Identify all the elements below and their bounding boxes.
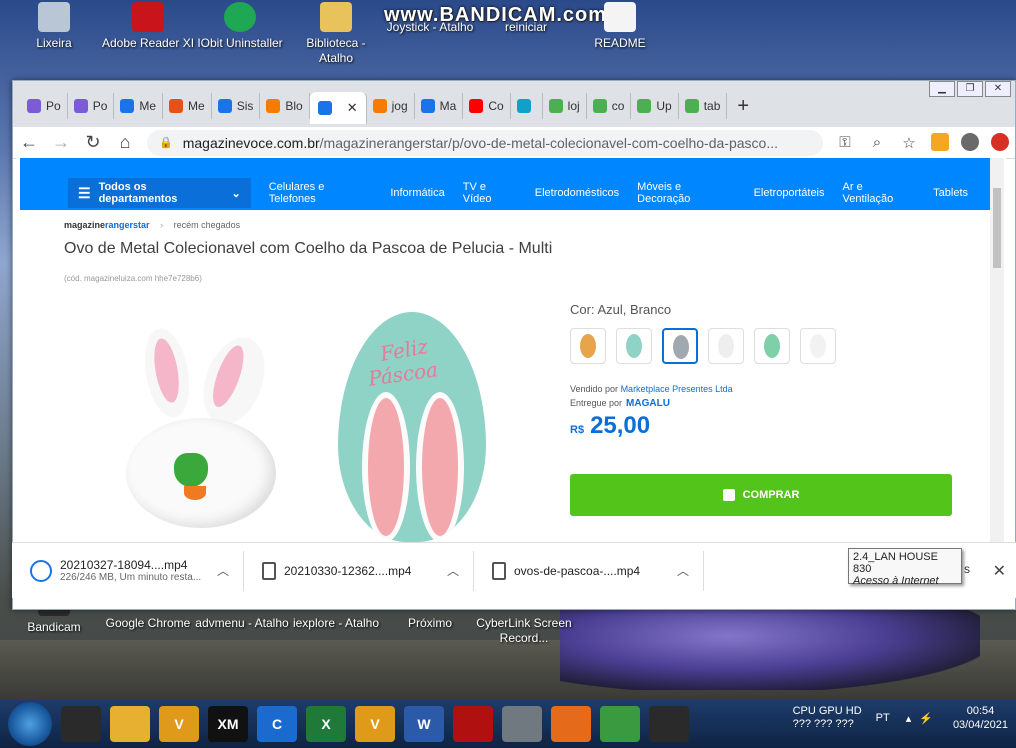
app-cyberlink-icon[interactable]: C bbox=[257, 706, 297, 742]
category-link[interactable]: Celulares e Telefones bbox=[269, 181, 373, 205]
taskbar: V XM C X V W CPU GPU HD ??? ??? ??? PT ▴ ⚡ 00… bbox=[0, 700, 1016, 748]
easter-egg: Feliz Páscoa bbox=[338, 312, 486, 542]
color-swatch[interactable] bbox=[708, 328, 744, 364]
chevron-up-icon[interactable]: ︿ bbox=[447, 562, 459, 579]
language-indicator[interactable]: PT bbox=[876, 712, 890, 724]
desktop-icon-readme[interactable]: README bbox=[572, 2, 668, 51]
carrot-tip bbox=[184, 486, 206, 500]
desktop-icon-adobe-reader[interactable]: Adobe Reader XI bbox=[100, 2, 196, 51]
price: R$ 25,00 bbox=[570, 412, 650, 440]
color-swatch[interactable] bbox=[754, 328, 790, 364]
seller-link[interactable]: Marketplace Presentes Ltda bbox=[621, 384, 733, 394]
color-swatches bbox=[570, 328, 846, 364]
product-code: (cód. magazineluiza.com hhe7e728b6) bbox=[64, 274, 202, 283]
app-screenshot-icon[interactable] bbox=[502, 706, 542, 742]
download-progress-icon bbox=[30, 559, 52, 582]
price-value: 25,00 bbox=[590, 412, 651, 439]
bunny-ear-left bbox=[138, 325, 196, 421]
app-firefox-icon[interactable] bbox=[551, 706, 591, 742]
product-image: Feliz Páscoa bbox=[106, 308, 526, 542]
app-excel-icon[interactable]: X bbox=[306, 706, 346, 742]
magalu-logo: MAGALU bbox=[626, 398, 670, 409]
app-xm-icon[interactable]: XM bbox=[208, 706, 248, 742]
site-header: ☰ Todos os departamentos ⌄ Celulares e T… bbox=[20, 158, 1004, 210]
scrollbar-thumb[interactable] bbox=[993, 188, 1001, 268]
carrot-leaves bbox=[174, 453, 208, 487]
page-viewport: ☰ Todos os departamentos ⌄ Celulares e T… bbox=[16, 80, 1006, 620]
network-tooltip: 2.4_LAN HOUSE 830 Acesso à Internet bbox=[848, 548, 962, 587]
sold-by: Vendido por Marketplace Presentes Ltda bbox=[570, 384, 733, 394]
app-word-icon[interactable]: W bbox=[404, 706, 444, 742]
category-bar: ☰ Todos os departamentos ⌄ Celulares e T… bbox=[68, 178, 968, 208]
color-label: Cor: Azul, Branco bbox=[570, 302, 672, 317]
category-link[interactable]: Ar e Ventilação bbox=[843, 181, 916, 205]
download-item[interactable]: 20210330-12362....mp4 ︿ bbox=[244, 550, 474, 591]
file-icon bbox=[492, 561, 506, 580]
desktop-icon-biblioteca[interactable]: Biblioteca - Atalho bbox=[288, 2, 384, 66]
chevron-down-icon: ⌄ bbox=[231, 187, 241, 200]
desktop-icon-iobit[interactable]: IObit Uninstaller bbox=[192, 2, 288, 51]
category-link[interactable]: TV e Vídeo bbox=[463, 181, 517, 205]
app-explorer-icon[interactable] bbox=[110, 706, 150, 742]
delivered-by: Entregue por MAGALU bbox=[570, 398, 670, 409]
category-link[interactable]: Eletrodomésticos bbox=[535, 187, 619, 199]
category-link[interactable]: Tablets bbox=[933, 187, 968, 199]
color-swatch[interactable] bbox=[570, 328, 606, 364]
network-icon[interactable]: ⚡ bbox=[919, 712, 933, 725]
tray-arrow-icon[interactable]: ▴ bbox=[906, 712, 912, 725]
color-swatch[interactable] bbox=[800, 328, 836, 364]
desktop-icon-lixeira[interactable]: Lixeira bbox=[6, 2, 102, 51]
color-swatch[interactable] bbox=[616, 328, 652, 364]
breadcrumb-section[interactable]: recém chegados bbox=[174, 220, 241, 230]
app-chrome-icon[interactable] bbox=[600, 706, 640, 742]
breadcrumb-store[interactable]: magazinerangerstar bbox=[64, 220, 150, 230]
page-scrollbar[interactable] bbox=[990, 158, 1004, 542]
product-page: ☰ Todos os departamentos ⌄ Celulares e T… bbox=[16, 158, 1006, 542]
category-link[interactable]: Informática bbox=[390, 187, 444, 199]
product-title: Ovo de Metal Colecionavel com Coelho da … bbox=[64, 240, 553, 257]
all-departments-menu[interactable]: ☰ Todos os departamentos ⌄ bbox=[68, 178, 251, 208]
download-item[interactable]: ovos-de-pascoa-....mp4 ︿ bbox=[474, 550, 704, 591]
start-button[interactable] bbox=[8, 702, 52, 746]
chevron-up-icon[interactable]: ︿ bbox=[677, 562, 689, 579]
app-bandicam-icon[interactable] bbox=[649, 706, 689, 742]
iobit-icon bbox=[224, 2, 256, 32]
document-icon bbox=[604, 2, 636, 32]
taskbar-apps: V XM C X V W bbox=[52, 706, 689, 742]
app-ccleaner-icon[interactable] bbox=[61, 706, 101, 742]
system-tray: CPU GPU HD ??? ??? ??? PT ▴ ⚡ 00:54 03/0… bbox=[793, 704, 1008, 732]
recycle-bin-icon bbox=[38, 2, 70, 32]
download-item[interactable]: 20210327-18094....mp4 226/246 MB, Um min… bbox=[12, 550, 244, 591]
desktop-icon-reiniciar[interactable]: reiniciar bbox=[478, 20, 574, 35]
folder-icon bbox=[320, 2, 352, 32]
color-swatch[interactable] bbox=[662, 328, 698, 364]
shopping-bag-icon bbox=[722, 489, 735, 501]
breadcrumb: magazinerangerstar › recém chegados bbox=[64, 220, 241, 230]
obscured-text: s bbox=[964, 562, 970, 576]
chevron-up-icon[interactable]: ︿ bbox=[217, 562, 229, 579]
desktop-icon-cyberlink[interactable]: CyberLink Screen Record... bbox=[476, 616, 572, 646]
hamburger-icon: ☰ bbox=[78, 184, 91, 201]
app-vlc-2-icon[interactable]: V bbox=[355, 706, 395, 742]
clock[interactable]: 00:54 03/04/2021 bbox=[953, 704, 1008, 732]
buy-button[interactable]: COMPRAR bbox=[570, 474, 952, 516]
cpu-monitor: CPU GPU HD ??? ??? ??? bbox=[792, 705, 862, 730]
category-link[interactable]: Móveis e Decoração bbox=[637, 181, 735, 205]
close-downloads-icon[interactable]: ✕ bbox=[993, 561, 1006, 581]
currency: R$ bbox=[570, 424, 585, 436]
desktop-icon-joystick[interactable]: Joystick - Atalho bbox=[382, 20, 478, 35]
file-icon bbox=[262, 561, 276, 580]
app-red-icon[interactable] bbox=[453, 706, 493, 742]
category-link[interactable]: Eletroportáteis bbox=[754, 187, 825, 199]
app-vlc-icon[interactable]: V bbox=[159, 706, 199, 742]
adobe-reader-icon bbox=[132, 2, 164, 32]
